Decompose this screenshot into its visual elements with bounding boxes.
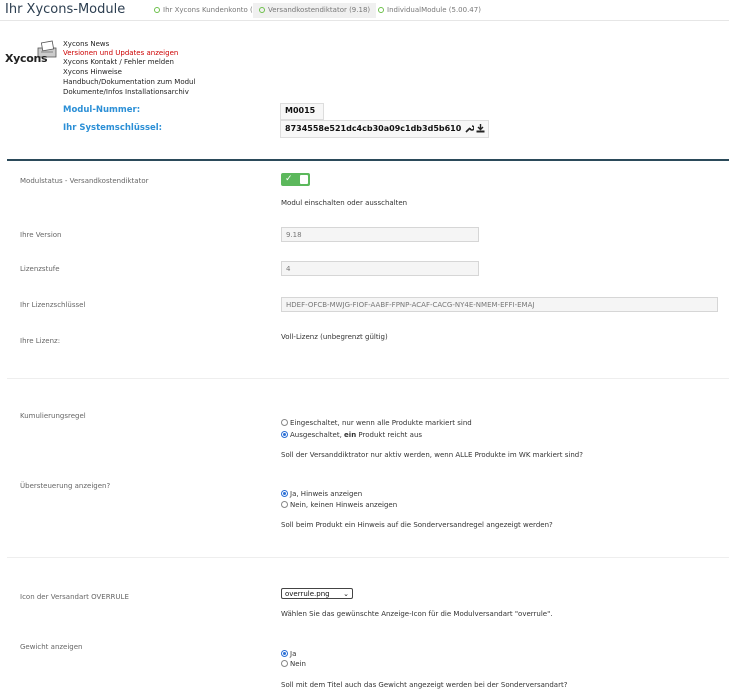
cumulation-option-off[interactable]: Ausgeschaltet, ein Produkt reicht aus	[281, 430, 422, 440]
weight-option-no[interactable]: Nein	[281, 659, 306, 669]
module-number-label: Modul-Nummer:	[63, 105, 141, 115]
link-documents[interactable]: Dokumente/Infos Installationsarchiv	[63, 88, 189, 96]
toggle-knob	[300, 175, 308, 184]
override-option-yes[interactable]: Ja, Hinweis anzeigen	[281, 489, 362, 499]
weight-option-yes[interactable]: Ja	[281, 649, 296, 659]
status-dot-icon	[378, 7, 384, 13]
system-key-box: 8734558e521dc4cb30a09c1db3d5b610	[280, 120, 489, 138]
status-dot-icon	[154, 7, 160, 13]
system-key-label: Ihr Systemschlüssel:	[63, 123, 163, 133]
app-title: Ihr Xycons-Module	[5, 2, 126, 17]
override-label: Übersteuerung anzeigen?	[20, 482, 111, 490]
status-help: Modul einschalten oder ausschalten	[281, 199, 408, 207]
link-contact[interactable]: Xycons Kontakt / Fehler melden	[63, 58, 174, 66]
weight-label: Gewicht anzeigen	[20, 643, 83, 651]
chevron-down-icon: ⌄	[343, 590, 349, 598]
link-manual[interactable]: Handbuch/Dokumentation zum Modul	[63, 78, 195, 86]
override-option-no[interactable]: Nein, keinen Hinweis anzeigen	[281, 500, 397, 510]
link-hints[interactable]: Xycons Hinweise	[63, 68, 122, 76]
module-number-box: M0015	[280, 103, 324, 120]
tab-versandkostendiktator[interactable]: Versandkostendiktator (9.18)	[253, 3, 377, 18]
override-help: Soll beim Produkt ein Hinweis auf die So…	[281, 521, 553, 529]
license-label: Ihre Lizenz:	[20, 337, 61, 345]
status-label: Modulstatus - Versandkostendiktator	[20, 177, 149, 185]
version-field[interactable]: 9.18	[281, 227, 479, 242]
module-number-value: M0015	[285, 106, 316, 115]
radio-button[interactable]	[281, 660, 288, 667]
license-value: Voll-Lizenz (unbegrenzt gültig)	[281, 333, 388, 341]
override-icon-select[interactable]: overrule.png ⌄	[281, 588, 353, 599]
cumulation-help: Soll der Versanddiktrator nur aktiv werd…	[281, 451, 583, 459]
license-key-field[interactable]: HDEF-OFCB-MWJG-FIOF-AABF-FPNP-ACAF-CACG-…	[281, 297, 718, 312]
tab-individualmodule[interactable]: IndividualModule (5.00.47)	[372, 3, 487, 18]
radio-button-selected[interactable]	[281, 650, 288, 657]
radio-button[interactable]	[281, 419, 288, 426]
wrench-icon[interactable]	[465, 124, 474, 133]
radio-button-selected[interactable]	[281, 431, 288, 438]
license-level-label: Lizenzstufe	[20, 265, 60, 273]
link-versions[interactable]: Versionen und Updates anzeigen	[63, 49, 178, 57]
module-status-toggle[interactable]: ✓	[281, 173, 310, 186]
link-news[interactable]: Xycons News	[63, 40, 109, 48]
status-dot-icon	[259, 7, 265, 13]
logo-text: Xycons	[5, 52, 48, 65]
system-key-value: 8734558e521dc4cb30a09c1db3d5b610	[285, 124, 462, 133]
license-key-label: Ihr Lizenzschlüssel	[20, 301, 86, 309]
cumulation-label: Kumulierungsregel	[20, 412, 86, 420]
override-icon-help: Wählen Sie das gewünschte Anzeige-Icon f…	[281, 610, 553, 618]
separator	[7, 378, 729, 379]
override-icon-label: Icon der Versandart OVERRULE	[20, 593, 129, 601]
weight-help: Soll mit dem Titel auch das Gewicht ange…	[281, 681, 568, 689]
cumulation-option-on[interactable]: Eingeschaltet, nur wenn alle Produkte ma…	[281, 418, 472, 428]
radio-button-selected[interactable]	[281, 490, 288, 497]
check-icon: ✓	[285, 174, 293, 184]
separator	[7, 557, 729, 558]
version-label: Ihre Version	[20, 231, 62, 239]
radio-button[interactable]	[281, 501, 288, 508]
section-divider	[7, 159, 729, 161]
license-level-field[interactable]: 4	[281, 261, 479, 276]
download-icon[interactable]	[476, 124, 485, 133]
